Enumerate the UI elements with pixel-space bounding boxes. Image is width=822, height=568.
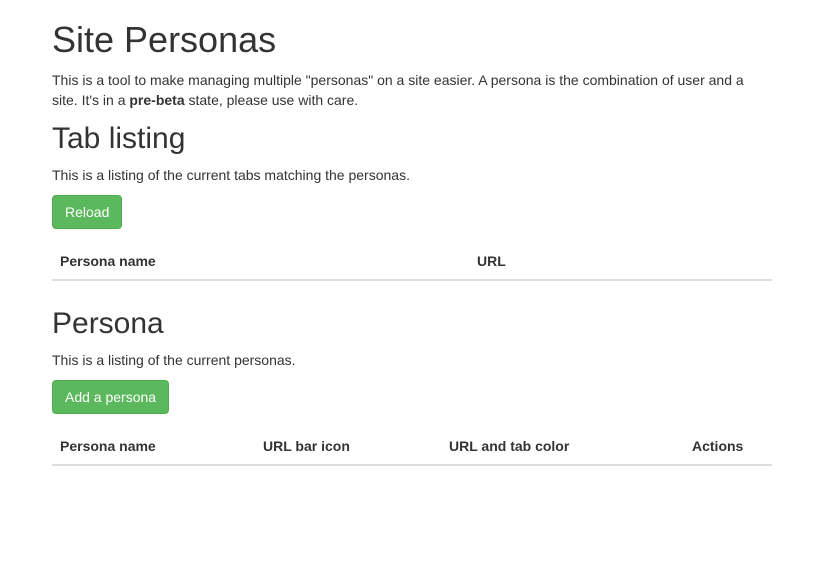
column-header-url: URL [469,243,772,281]
intro-text-end: state, please use with care. [184,92,359,108]
column-header-actions: Actions [684,428,772,466]
intro-text-bold: pre-beta [129,92,185,108]
reload-button[interactable]: Reload [52,195,123,229]
tab-listing-description: This is a listing of the current tabs ma… [52,167,410,183]
tab-listing-title: Tab listing [52,122,186,155]
tab-listing-section: Tab listing This is a listing of the cur… [52,122,772,281]
persona-table: Persona name URL bar icon URL and tab co… [52,428,772,466]
column-header-url-and-tab-color: URL and tab color [441,428,684,466]
tab-listing-table: Persona name URL [52,243,772,281]
tab-listing-header-row: Persona name URL [52,243,772,281]
persona-section: Persona This is a listing of the current… [52,307,772,466]
intro-text: This is a tool to make managing multiple… [52,70,772,110]
add-persona-button[interactable]: Add a persona [52,380,170,414]
column-header-url-bar-icon: URL bar icon [255,428,441,466]
column-header-persona-name: Persona name [52,243,469,281]
persona-description: This is a listing of the current persona… [52,352,296,368]
persona-header-row: Persona name URL bar icon URL and tab co… [52,428,772,466]
column-header-persona-name: Persona name [52,428,255,466]
page-container: Site Personas This is a tool to make man… [52,0,772,486]
persona-title: Persona [52,307,164,340]
page-title: Site Personas [52,19,277,60]
